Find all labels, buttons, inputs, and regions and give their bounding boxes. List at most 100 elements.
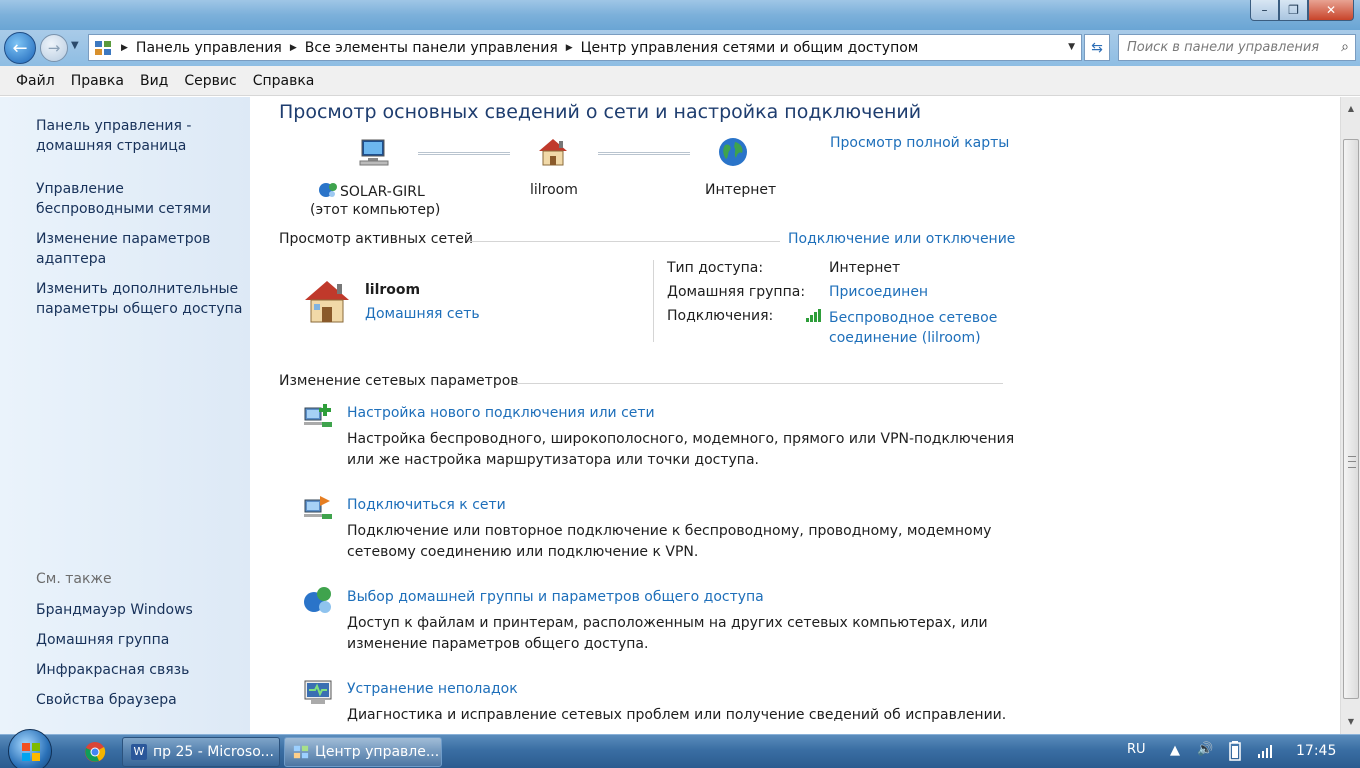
address-toolbar: ← → ▼ ▶ Панель управления ▶ Все элементы…: [0, 30, 1360, 66]
connect-to-network-desc-line1: Подключение или повторное подключение к …: [347, 523, 992, 539]
link-homegroup[interactable]: Домашняя группа: [36, 630, 246, 650]
back-button[interactable]: ←: [4, 32, 36, 64]
control-panel-task-icon: [293, 744, 309, 760]
taskbar: W пр 25 - Microso... Центр управле... RU…: [0, 729, 1360, 768]
computer-icon: [358, 136, 390, 168]
link-internet-options[interactable]: Свойства браузера: [36, 690, 246, 710]
homegroup-label: Домашняя группа:: [667, 284, 806, 300]
page-title: Просмотр основных сведений о сети и наст…: [279, 101, 922, 123]
map-connector: [598, 152, 690, 155]
link-infrared[interactable]: Инфракрасная связь: [36, 660, 246, 680]
home-network-icon: [537, 136, 569, 168]
link-advanced-sharing[interactable]: Изменить дополнительные параметры общего…: [36, 279, 246, 319]
task-word-label: пр 25 - Microso...: [153, 744, 274, 760]
computer-name: SOLAR-GIRL: [340, 184, 425, 200]
troubleshoot-icon: [302, 676, 334, 708]
see-also-caption: См. также: [36, 571, 112, 587]
task-network-center[interactable]: Центр управле...: [284, 737, 442, 767]
map-network-name: lilroom: [530, 182, 578, 198]
homegroup-sharing-link[interactable]: Выбор домашней группы и параметров общег…: [347, 589, 764, 605]
window-controls: – ❐ ✕: [1250, 0, 1354, 21]
recent-pages-dropdown[interactable]: ▼: [71, 40, 79, 51]
address-dropdown-icon[interactable]: ▼: [1068, 42, 1075, 52]
breadcrumb-control-panel[interactable]: Панель управления: [136, 40, 282, 56]
section-divider: [514, 383, 1003, 384]
scrollbar-thumb[interactable]: [1343, 139, 1359, 699]
active-network-name: lilroom: [365, 282, 421, 298]
link-windows-firewall[interactable]: Брандмауэр Windows: [36, 600, 246, 620]
globe-icon: [717, 136, 749, 168]
refresh-button[interactable]: ⇆: [1084, 34, 1110, 61]
show-hidden-icons-button[interactable]: ▲: [1170, 743, 1180, 758]
network-globe-small-icon: [318, 181, 338, 203]
access-type-label: Тип доступа:: [667, 260, 764, 276]
setup-new-connection-link[interactable]: Настройка нового подключения или сети: [347, 405, 655, 421]
chrome-taskbar-button[interactable]: [72, 738, 118, 766]
breadcrumb-separator[interactable]: ▶: [121, 43, 128, 53]
scroll-up-button[interactable]: ▲: [1343, 99, 1359, 117]
link-manage-wireless[interactable]: Управление беспроводными сетями: [36, 179, 246, 219]
link-control-panel-home[interactable]: Панель управления - домашняя страница: [36, 116, 246, 156]
computer-name-row: SOLAR-GIRL: [318, 181, 425, 203]
arrow-left-icon: ←: [12, 37, 28, 59]
network-type-link[interactable]: Домашняя сеть: [365, 306, 480, 322]
wireless-connection-link[interactable]: Беспроводное сетевое соединение (lilroom…: [829, 308, 997, 348]
windows-logo-icon: [22, 743, 40, 761]
vertical-scrollbar[interactable]: ▲ ▼: [1340, 97, 1360, 734]
battery-icon[interactable]: [1229, 741, 1241, 765]
menu-bar: Файл Правка Вид Сервис Справка: [0, 66, 1360, 96]
title-bar: – ❐ ✕: [0, 0, 1360, 30]
main-content: Просмотр основных сведений о сети и наст…: [250, 97, 1340, 734]
menu-edit[interactable]: Правка: [63, 73, 132, 89]
forward-button[interactable]: →: [40, 34, 68, 62]
map-connector: [418, 152, 510, 155]
breadcrumb-network-center[interactable]: Центр управления сетями и общим доступом: [581, 40, 919, 56]
section-divider: [468, 241, 780, 242]
access-type-value: Интернет: [829, 260, 901, 276]
view-full-map-link[interactable]: Просмотр полной карты: [830, 135, 1009, 151]
map-internet-label: Интернет: [705, 182, 777, 198]
wireless-connection-line2: соединение (lilroom): [829, 330, 981, 346]
homegroup-joined-link[interactable]: Присоединен: [829, 284, 928, 300]
menu-help[interactable]: Справка: [245, 73, 323, 89]
address-bar[interactable]: ▶ Панель управления ▶ Все элементы панел…: [88, 34, 1082, 61]
scroll-grip-icon: [1348, 456, 1356, 468]
connect-disconnect-link[interactable]: Подключение или отключение: [788, 231, 1015, 247]
task-network-center-label: Центр управле...: [315, 744, 440, 760]
troubleshoot-link[interactable]: Устранение неполадок: [347, 681, 518, 697]
computer-subtitle: (этот компьютер): [310, 202, 441, 218]
start-button[interactable]: [8, 729, 52, 768]
minimize-button[interactable]: –: [1250, 0, 1279, 21]
task-word-document[interactable]: W пр 25 - Microso...: [122, 737, 280, 767]
connect-to-network-link[interactable]: Подключиться к сети: [347, 497, 506, 513]
clock[interactable]: 17:45: [1296, 743, 1336, 759]
link-adapter-settings[interactable]: Изменение параметров адаптера: [36, 229, 246, 269]
arrow-right-icon: →: [47, 39, 61, 57]
homegroup-sharing-icon: [302, 584, 334, 616]
refresh-icon: ⇆: [1091, 39, 1103, 56]
active-networks-heading: Просмотр активных сетей: [279, 231, 473, 247]
volume-icon[interactable]: 🔊: [1197, 742, 1213, 757]
breadcrumb-separator[interactable]: ▶: [566, 43, 573, 53]
menu-file[interactable]: Файл: [8, 73, 63, 89]
search-icon[interactable]: ⌕: [1341, 39, 1349, 55]
search-input[interactable]: [1127, 35, 1327, 60]
left-navigation-pane: Панель управления - домашняя страница Уп…: [0, 97, 250, 734]
new-connection-icon: [302, 400, 334, 432]
setup-new-connection-desc-line2: или же настройка маршрутизатора или точк…: [347, 452, 759, 468]
wifi-signal-icon: [806, 308, 824, 326]
search-box[interactable]: ⌕: [1118, 34, 1356, 61]
scroll-down-button[interactable]: ▼: [1343, 712, 1359, 730]
network-tray-icon[interactable]: [1258, 744, 1274, 762]
breadcrumb-separator[interactable]: ▶: [290, 43, 297, 53]
homegroup-sharing-desc-line2: изменение параметров общего доступа.: [347, 636, 649, 652]
menu-tools[interactable]: Сервис: [176, 73, 244, 89]
menu-view[interactable]: Вид: [132, 73, 176, 89]
homegroup-sharing-desc-line1: Доступ к файлам и принтерам, расположенн…: [347, 615, 988, 631]
close-button[interactable]: ✕: [1308, 0, 1354, 21]
breadcrumb-all-items[interactable]: Все элементы панели управления: [305, 40, 558, 56]
language-indicator[interactable]: RU: [1127, 742, 1146, 757]
control-panel-icon: [93, 38, 113, 58]
maximize-button[interactable]: ❐: [1279, 0, 1308, 21]
connect-to-network-icon: [302, 492, 334, 524]
